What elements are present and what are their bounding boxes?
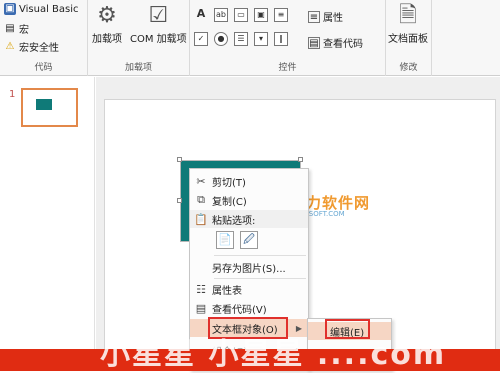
- banner-text: 小星星 小星星 ....com: [100, 337, 447, 372]
- ribbon-group-modify: 🗎 文档面板 修改: [386, 0, 432, 76]
- slide-thumbnail-pane: 1: [0, 77, 95, 371]
- checklist-icon: ☑: [148, 3, 169, 28]
- combobox-control-icon[interactable]: ▾: [254, 32, 268, 46]
- ribbon: ▣ Visual Basic ▤ 宏 ⚠ 宏安全性 代码 ⚙ 加载项 ☑ COM…: [0, 0, 500, 76]
- ribbon-group-code: ▣ Visual Basic ▤ 宏 ⚠ 宏安全性 代码: [0, 0, 88, 76]
- menu-separator: [214, 255, 306, 256]
- resize-handle[interactable]: [177, 157, 182, 162]
- resize-handle[interactable]: [177, 198, 182, 203]
- group-label-controls: 控件: [278, 63, 297, 73]
- controls-grid: A ab ▭ ▣ ≡ ✓ ● ☰ ▾ ‖: [194, 8, 290, 46]
- group-label-modify: 修改: [399, 63, 418, 73]
- option-button-icon[interactable]: ●: [214, 32, 228, 46]
- clipboard-icon: 📋: [194, 212, 208, 226]
- menu-separator: [214, 278, 306, 279]
- menu-item-view-code[interactable]: ▤ 查看代码(V): [190, 299, 308, 317]
- document-panel-button[interactable]: 🗎 文档面板: [388, 2, 428, 45]
- toggle-button-icon[interactable]: ‖: [274, 32, 288, 46]
- group-label-code: 代码: [34, 63, 53, 73]
- view-code-icon: ▤: [195, 301, 207, 315]
- macros-button[interactable]: ▤ 宏: [4, 21, 29, 37]
- group-label-addins: 加载项: [124, 63, 152, 73]
- com-addins-button[interactable]: ☑ COM 加载项: [130, 2, 187, 45]
- menu-item-property-sheet[interactable]: ☷ 属性表: [190, 280, 308, 298]
- properties-button[interactable]: ≡ 属性: [308, 9, 343, 24]
- textbox-control-icon[interactable]: ab: [214, 8, 228, 22]
- scrollbar-control-icon[interactable]: ≡: [274, 8, 288, 22]
- paste-options-row: 📄 🖉: [216, 231, 258, 249]
- scissors-icon: ✂: [196, 174, 206, 188]
- paste-keep-formatting-icon[interactable]: 📄: [216, 231, 234, 249]
- resize-handle[interactable]: [298, 157, 303, 162]
- menu-item-copy[interactable]: ⧉ 复制(C): [190, 191, 308, 209]
- macro-security-button[interactable]: ⚠ 宏安全性: [4, 39, 59, 55]
- gear-icon: ⚙: [97, 3, 117, 28]
- properties-icon: ≡: [308, 10, 320, 23]
- menu-item-paste-options: 📋 粘贴选项:: [190, 210, 308, 228]
- visual-basic-button[interactable]: ▣ Visual Basic: [4, 3, 79, 15]
- checkbox-control-icon[interactable]: ✓: [194, 32, 208, 46]
- ribbon-group-addins: ⚙ 加载项 ☑ COM 加载项 加载项: [88, 0, 190, 76]
- slide-number: 1: [9, 89, 16, 100]
- property-sheet-icon: ☷: [196, 282, 206, 296]
- copy-icon: ⧉: [197, 193, 205, 206]
- command-button-icon[interactable]: ▭: [234, 8, 248, 22]
- macros-icon: ▤: [5, 22, 15, 34]
- image-control-icon[interactable]: ▣: [254, 8, 268, 22]
- paste-picture-icon[interactable]: 🖉: [240, 231, 258, 249]
- view-code-button[interactable]: ▤ 查看代码: [308, 35, 363, 50]
- slide-thumbnail[interactable]: [21, 88, 78, 127]
- menu-item-cut[interactable]: ✂ 剪切(T): [190, 172, 308, 190]
- menu-item-save-as-picture[interactable]: 另存为图片(S)...: [190, 258, 308, 276]
- thumbnail-shape: [36, 99, 52, 110]
- ribbon-group-controls: A ab ▭ ▣ ≡ ✓ ● ☰ ▾ ‖ ≡ 属性 ▤ 查看代码 控件: [190, 0, 386, 76]
- warning-icon: ⚠: [5, 40, 15, 52]
- document-icon: 🗎: [399, 3, 417, 28]
- code-icon: ▤: [308, 36, 320, 49]
- label-control-icon[interactable]: A: [194, 8, 208, 22]
- visual-basic-icon: ▣: [4, 3, 16, 15]
- addins-button[interactable]: ⚙ 加载项: [92, 2, 122, 45]
- listbox-control-icon[interactable]: ☰: [234, 32, 248, 46]
